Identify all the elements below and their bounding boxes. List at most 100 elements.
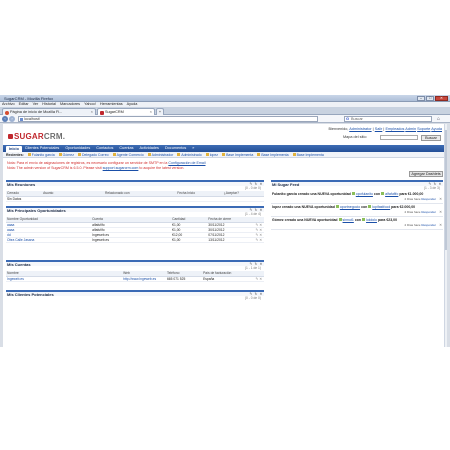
lead-icon	[27, 153, 31, 156]
dashlet-pager[interactable]: (0 - 0 de 0)	[245, 296, 261, 301]
feed-account-link[interactable]: alfafufifo	[385, 192, 398, 196]
opportunities-table: Nombre Oportunidad Cuenta Cantidad Fecha…	[6, 217, 264, 243]
sitemap-link[interactable]: Mapa del sitio	[343, 135, 366, 139]
feed-opportunity-link[interactable]: sinnut1	[343, 218, 354, 222]
window-title: SugarCRM - Mozilla Firefox	[4, 96, 54, 101]
browser-window: SugarCRM - Mozilla Firefox – □ ✕ Archivo…	[0, 95, 450, 347]
recent-item[interactable]: Gómez	[58, 152, 74, 157]
recents-label: Recientes:	[6, 153, 24, 157]
feed-opportunity-link[interactable]: opofulanito	[356, 192, 373, 196]
feed-opportunity-link[interactable]: oportnegocio	[340, 205, 360, 209]
delete-feed-icon[interactable]: ✕	[439, 223, 442, 227]
reply-link[interactable]: Responder	[421, 197, 436, 201]
browser-search-placeholder: Buscar	[351, 117, 363, 121]
employees-link[interactable]: Empleados	[385, 127, 404, 131]
sugar-search-input[interactable]	[380, 135, 418, 140]
dashlet-pager[interactable]: (0 - 0 de 0)	[245, 186, 261, 191]
url-bar[interactable]: localhost/	[18, 116, 318, 122]
feed-item: Gómez creado una NUEVA oportunidad sinnu…	[271, 217, 443, 230]
sugarcrm-logo[interactable]: SUGARCRM.	[8, 132, 65, 141]
feed-item: lopez creado una NUEVA oportunidad oport…	[271, 204, 443, 217]
tab-cuentas[interactable]: Cuentas	[116, 145, 136, 152]
support-link[interactable]: Soporte	[417, 127, 430, 131]
row-actions-icon[interactable]: ✎ ✕	[243, 237, 264, 243]
recent-item[interactable]: Base Implementa	[222, 152, 253, 157]
new-tab-button[interactable]: +	[156, 108, 164, 115]
tab-contactos[interactable]: Contactos	[93, 145, 116, 152]
tab-more[interactable]: »	[189, 145, 197, 152]
tab-label: SugarCRM	[105, 110, 124, 114]
user-icon	[177, 153, 181, 156]
dashlet-sugar-feed: Mi Sugar Feed ✎ ↻ ✕ (1 - 3 de 3) Fulanit…	[271, 180, 443, 230]
dashlet-accounts: Mis Cuentas ✎ ↻ ✕ (1 - 1 de 1) Nombre We…	[6, 260, 264, 282]
browser-search-input[interactable]: G Buscar	[344, 116, 432, 122]
tab-clientes-potenciales[interactable]: Clientes Potenciales	[22, 145, 62, 152]
recent-item[interactable]: Delegado Correo	[77, 152, 109, 157]
logout-link[interactable]: Salir	[375, 127, 383, 131]
page-scrollbar[interactable]	[444, 124, 447, 347]
dashlet-pager[interactable]: (1 - 1 de 1)	[245, 266, 261, 271]
google-icon: G	[346, 116, 350, 121]
user-icon	[77, 153, 81, 156]
reply-link[interactable]: Responder	[421, 223, 436, 227]
tab-strip: Página de inicio de Mozilla Fi... × Suga…	[0, 107, 450, 115]
feed-account-link[interactable]: lopifastfood	[372, 205, 390, 209]
minimize-icon[interactable]: –	[417, 96, 425, 101]
system-notice: Nota: Para el envío de asignaciones de r…	[7, 161, 206, 170]
document-icon	[222, 153, 226, 156]
dashlet-meetings: Mis Reuniones ✎ ↻ ✕ (0 - 0 de 0) Cerrado…	[6, 180, 264, 202]
sugarcrm-page: SUGARCRM. Bienvenido, Administrator | Sa…	[3, 124, 447, 347]
account-icon	[368, 205, 372, 208]
sugar-search-button[interactable]: Buscar	[421, 134, 441, 141]
lead-icon	[205, 153, 209, 156]
support-site-link[interactable]: support.sugarcrm.com	[103, 166, 139, 170]
user-icon	[112, 153, 116, 156]
recent-item[interactable]: Base Implementa	[257, 152, 289, 157]
scrollbar-thumb[interactable]	[445, 130, 447, 250]
module-tabs: Inicio Clientes Potenciales Oportunidade…	[3, 145, 447, 152]
back-arrow-icon[interactable]: ‹	[2, 116, 8, 122]
feed-account-link[interactable]: lolololo	[366, 218, 377, 222]
add-dashlets-button[interactable]: Agregar Dashlets	[409, 171, 443, 177]
tab-documentos[interactable]: Documentos	[162, 145, 189, 152]
row-actions-icon[interactable]: ✎ ✕	[243, 276, 264, 282]
reply-link[interactable]: Responder	[421, 210, 436, 214]
tab-oportunidades[interactable]: Oportunidades	[62, 145, 93, 152]
recent-item[interactable]: Administrado	[177, 152, 202, 157]
close-window-icon[interactable]: ✕	[435, 96, 448, 101]
table-row: Ingeweb.es http://www.Ingeweb.es 665 071…	[6, 276, 264, 282]
user-links: Bienvenido, Administrator | Salir | Empl…	[328, 127, 442, 131]
recent-item[interactable]: lopez	[205, 152, 218, 157]
user-profile-link[interactable]: Administrator	[349, 127, 371, 131]
recent-item[interactable]: Base Implementa	[292, 152, 324, 157]
tab-label: Página de inicio de Mozilla Fi...	[10, 110, 63, 114]
recent-item[interactable]: Administrador	[147, 152, 173, 157]
recent-item[interactable]: Agente Comercio	[112, 152, 144, 157]
url-text: localhost/	[24, 117, 41, 121]
tab-actividades[interactable]: Actividades	[137, 145, 162, 152]
delete-feed-icon[interactable]: ✕	[439, 197, 442, 201]
forward-arrow-icon[interactable]: ›	[9, 116, 15, 122]
site-identity-icon	[20, 117, 23, 121]
sugar-header: SUGARCRM. Bienvenido, Administrator | Sa…	[3, 124, 447, 145]
dashlet-pager[interactable]: (1 - 4 de 4)	[245, 212, 261, 217]
admin-link[interactable]: Admin	[405, 127, 416, 131]
dashlet-opportunities: Mis Principales Oportunidades ✎ ↻ ✕ (1 -…	[6, 206, 264, 243]
email-settings-link[interactable]: Configuración de Email	[168, 161, 205, 165]
home-icon[interactable]: ⌂	[437, 116, 444, 122]
recent-item[interactable]: Fulanito garcia	[27, 152, 55, 157]
tab-sugarcrm[interactable]: SugarCRM ×	[97, 108, 155, 115]
firefox-icon	[5, 110, 9, 115]
feed-item: Fulanito garcia creado una NUEVA oportun…	[271, 191, 443, 204]
opportunity-icon	[335, 205, 339, 208]
account-icon	[362, 218, 366, 221]
tab-mozilla-start[interactable]: Página de inicio de Mozilla Fi... ×	[2, 108, 96, 115]
help-link[interactable]: Ayuda	[431, 127, 442, 131]
title-bar: SugarCRM - Mozilla Firefox – □ ✕	[0, 95, 450, 102]
dashlet-leads: Mis Clientes Potenciales ✎ ↻ ✕ (0 - 0 de…	[6, 290, 264, 301]
maximize-icon[interactable]: □	[426, 96, 434, 101]
account-icon	[381, 192, 385, 195]
delete-feed-icon[interactable]: ✕	[439, 210, 442, 214]
accounts-table: Nombre Web Teléfono País de facturación …	[6, 271, 264, 282]
user-icon	[147, 153, 151, 156]
